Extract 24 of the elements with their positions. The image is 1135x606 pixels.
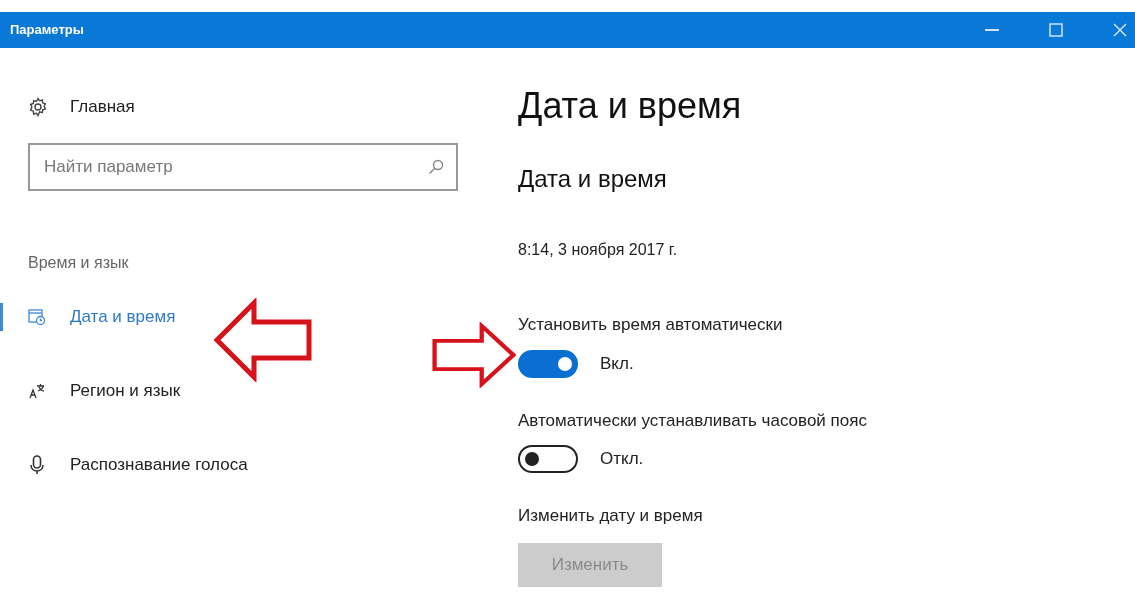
setting-label: Изменить дату и время xyxy=(518,505,704,527)
calendar-clock-icon xyxy=(28,308,46,326)
page-title: Дата и время xyxy=(518,84,743,128)
maximize-icon[interactable] xyxy=(1049,23,1063,37)
setting-label: Установить время автоматически xyxy=(518,314,784,336)
section-heading: Время и язык xyxy=(28,253,129,273)
sidebar-nav-item[interactable]: Регион и язык xyxy=(0,377,181,405)
microphone-icon xyxy=(28,455,46,475)
sidebar-nav-item[interactable]: Распознавание голоса xyxy=(0,451,248,479)
toggle-state-text: Откл. xyxy=(600,448,644,471)
window-title: Параметры xyxy=(10,21,85,40)
close-icon[interactable] xyxy=(1113,23,1127,37)
sidebar-nav-item[interactable]: Дата и время xyxy=(0,303,176,331)
toggle-state-text: Вкл. xyxy=(600,352,634,375)
home-nav-item[interactable]: Главная xyxy=(28,94,490,120)
language-icon xyxy=(28,382,46,400)
search-field[interactable]: Найти параметр xyxy=(28,143,458,191)
setting-label: Автоматически устанавливать часовой пояс xyxy=(518,409,867,432)
toggle-switch[interactable] xyxy=(518,349,578,378)
section-title: Дата и время xyxy=(518,164,668,194)
search-icon xyxy=(428,159,444,175)
settings-icon xyxy=(28,97,48,117)
toggle-switch[interactable] xyxy=(518,445,578,473)
current-time-text: 8:14, 3 ноября 2017 г. xyxy=(518,240,679,260)
